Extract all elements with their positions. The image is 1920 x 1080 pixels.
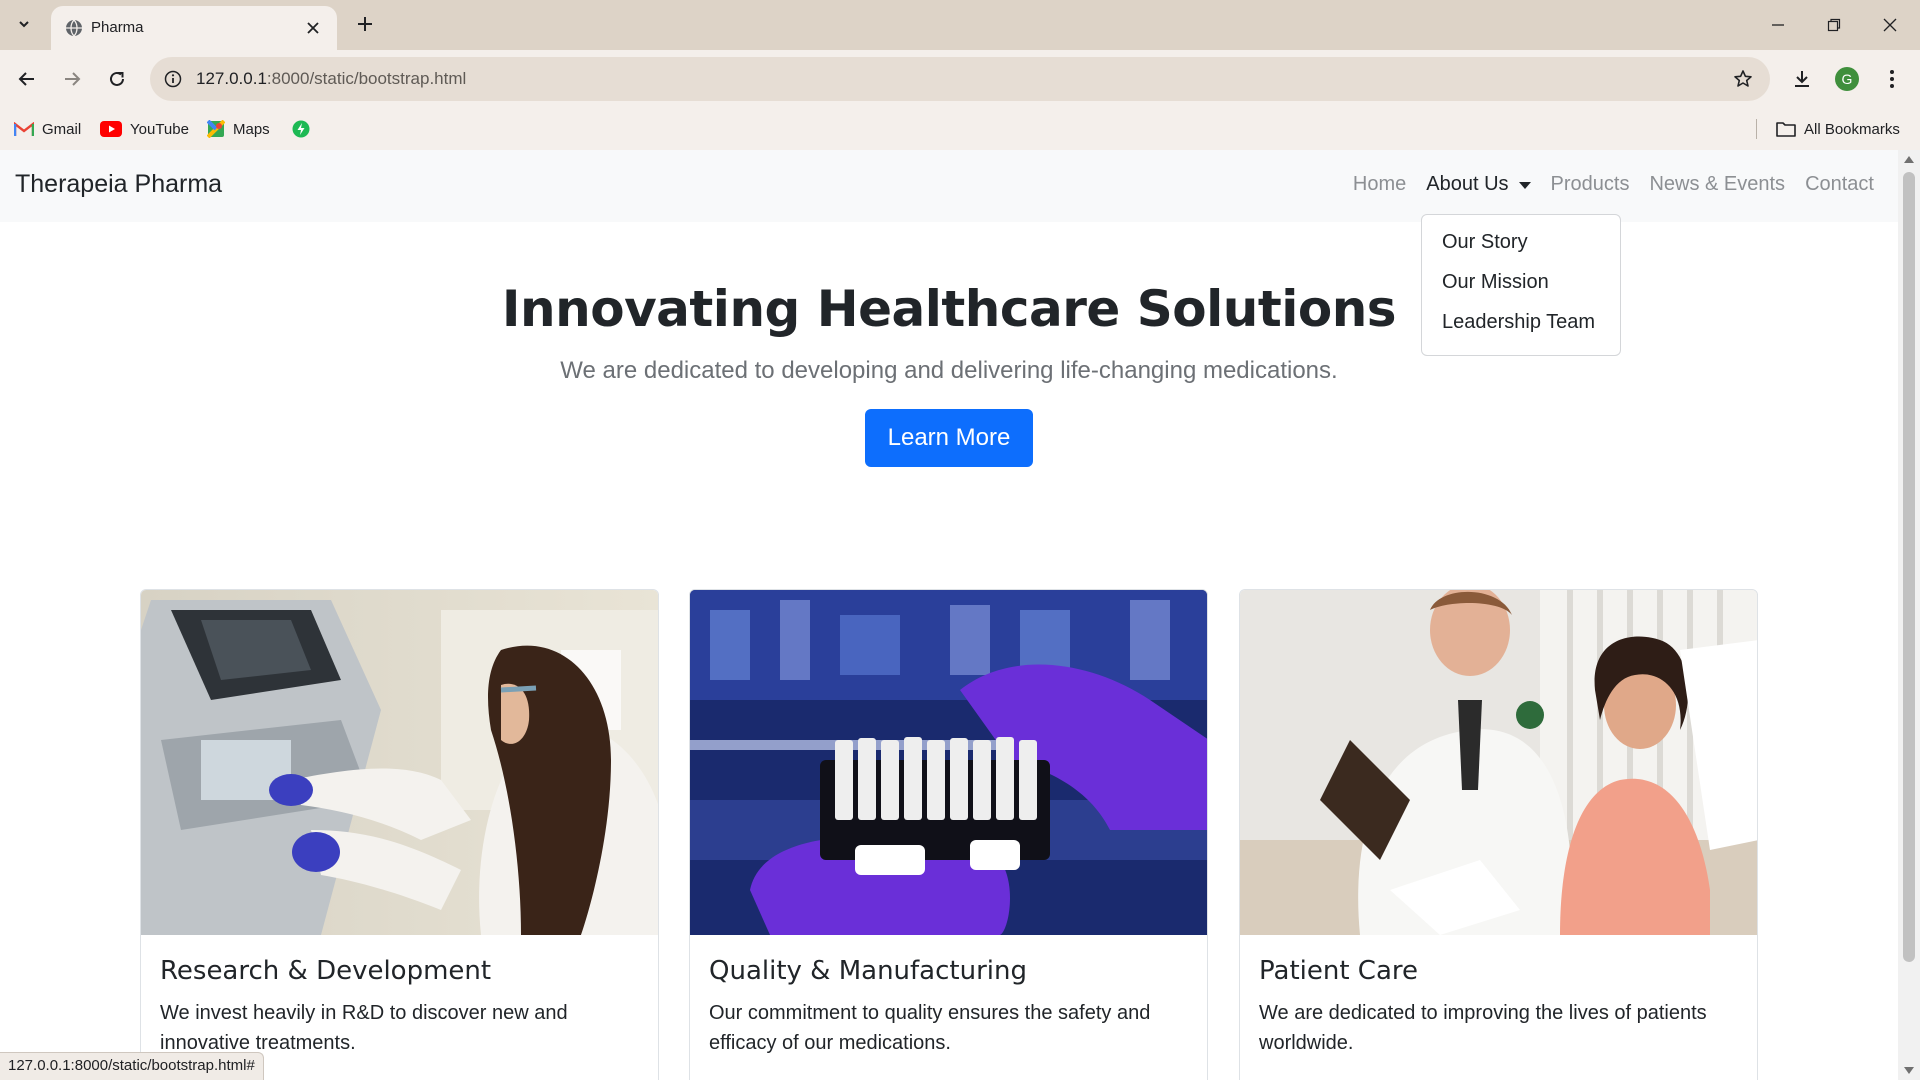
url-text: 127.0.0.1:8000/static/bootstrap.html	[196, 69, 466, 89]
download-icon	[1795, 71, 1809, 87]
new-tab-button[interactable]	[351, 10, 379, 38]
nav-products[interactable]: Products	[1551, 173, 1630, 196]
card-patient-care: Patient Care We are dedicated to improvi…	[1239, 589, 1758, 1080]
nav-about-dropdown-toggle[interactable]: About Us	[1426, 173, 1531, 196]
browser-menu-button[interactable]	[1875, 62, 1909, 96]
all-bookmarks-label: All Bookmarks	[1804, 120, 1900, 138]
tab-title: Pharma	[91, 19, 144, 36]
card-text: Our commitment to quality ensures the sa…	[709, 1002, 1151, 1054]
card-text: We are dedicated to improving the lives …	[1259, 1002, 1707, 1054]
nav-home[interactable]: Home	[1353, 173, 1406, 196]
gmail-icon	[14, 121, 34, 136]
navbar-brand[interactable]: Therapeia Pharma	[15, 170, 222, 199]
chevron-down-icon	[19, 21, 29, 28]
card-research: Research & Development We invest heavily…	[140, 589, 659, 1080]
url-host: 127.0.0.1	[196, 69, 267, 88]
all-bookmarks-button[interactable]: All Bookmarks	[1776, 117, 1900, 141]
nav-about-label: About Us	[1426, 173, 1509, 195]
hero-title: Innovating Healthcare Solutions	[501, 280, 1397, 338]
restore-icon	[1827, 18, 1841, 32]
globe-icon	[66, 19, 82, 37]
nav-contact[interactable]: Contact	[1805, 173, 1874, 196]
tab-close-button[interactable]	[301, 16, 325, 40]
avatar: G	[1835, 67, 1859, 91]
plus-icon	[358, 17, 372, 31]
bookmark-star-button[interactable]	[1730, 66, 1756, 92]
card-title: Research & Development	[160, 956, 492, 986]
profile-button[interactable]: G	[1830, 62, 1864, 96]
reload-icon	[110, 71, 124, 86]
minimize-button[interactable]	[1750, 0, 1806, 50]
nav-news-events[interactable]: News & Events	[1649, 173, 1785, 196]
site-info-button[interactable]	[160, 66, 186, 92]
more-vert-icon	[1890, 70, 1894, 88]
folder-icon	[1776, 122, 1796, 137]
arrow-right-icon	[65, 72, 81, 86]
card-title: Patient Care	[1259, 956, 1418, 986]
bookmark-label: Maps	[233, 120, 270, 138]
page-scrollbar[interactable]	[1898, 150, 1920, 1080]
arrow-left-icon	[18, 72, 34, 86]
minimize-icon	[1772, 24, 1784, 26]
page-viewport: Therapeia Pharma Home About Us Products …	[0, 150, 1898, 1080]
bookmarks-bar: Gmail YouTube Maps All Bookmarks	[0, 108, 1920, 150]
learn-more-button[interactable]: Learn More	[865, 409, 1033, 467]
bookmark-extension[interactable]	[292, 117, 310, 141]
nav-links: Home About Us Products News & Events Con…	[1353, 173, 1874, 196]
restore-button[interactable]	[1806, 0, 1862, 50]
maps-icon	[207, 120, 225, 138]
card-title: Quality & Manufacturing	[709, 956, 1027, 986]
forward-button[interactable]	[55, 62, 89, 96]
card-quality: Quality & Manufacturing Our commitment t…	[689, 589, 1208, 1080]
card-image-patient-care	[1240, 590, 1757, 935]
close-icon	[307, 22, 319, 34]
youtube-icon	[100, 121, 122, 137]
downloads-button[interactable]	[1785, 62, 1819, 96]
reload-button[interactable]	[100, 62, 134, 96]
bookmark-maps[interactable]: Maps	[207, 117, 270, 141]
scroll-up-icon[interactable]	[1904, 156, 1914, 163]
bolt-icon	[292, 120, 310, 138]
close-window-button[interactable]	[1862, 0, 1918, 50]
site-navbar: Therapeia Pharma Home About Us Products …	[0, 150, 1898, 222]
hero-subtitle: We are dedicated to developing and deliv…	[560, 357, 1338, 384]
card-image-research	[141, 590, 658, 935]
card-image-quality	[690, 590, 1207, 935]
star-icon	[1734, 70, 1752, 87]
browser-toolbar: 127.0.0.1:8000/static/bootstrap.html G	[0, 50, 1920, 108]
back-button[interactable]	[10, 62, 44, 96]
scroll-down-icon[interactable]	[1904, 1067, 1914, 1074]
dropdown-item-our-story[interactable]: Our Story	[1422, 224, 1620, 264]
status-bar-url: 127.0.0.1:8000/static/bootstrap.html#	[0, 1052, 264, 1080]
url-path: :8000/static/bootstrap.html	[266, 69, 467, 88]
close-icon	[1883, 18, 1897, 32]
address-bar[interactable]: 127.0.0.1:8000/static/bootstrap.html	[150, 57, 1770, 101]
bookmark-gmail[interactable]: Gmail	[14, 117, 81, 141]
tab-search-button[interactable]	[8, 8, 40, 40]
bookmarks-divider	[1756, 119, 1757, 139]
bookmark-youtube[interactable]: YouTube	[100, 117, 189, 141]
caret-down-icon	[1518, 182, 1531, 189]
info-icon	[164, 70, 182, 88]
browser-tabstrip: Pharma	[0, 0, 1920, 50]
bookmark-label: YouTube	[130, 120, 189, 138]
bookmark-label: Gmail	[42, 120, 82, 138]
scrollbar-thumb[interactable]	[1903, 172, 1915, 962]
browser-tab-active[interactable]: Pharma	[51, 6, 337, 50]
card-text: We invest heavily in R&D to discover new…	[160, 1002, 568, 1054]
